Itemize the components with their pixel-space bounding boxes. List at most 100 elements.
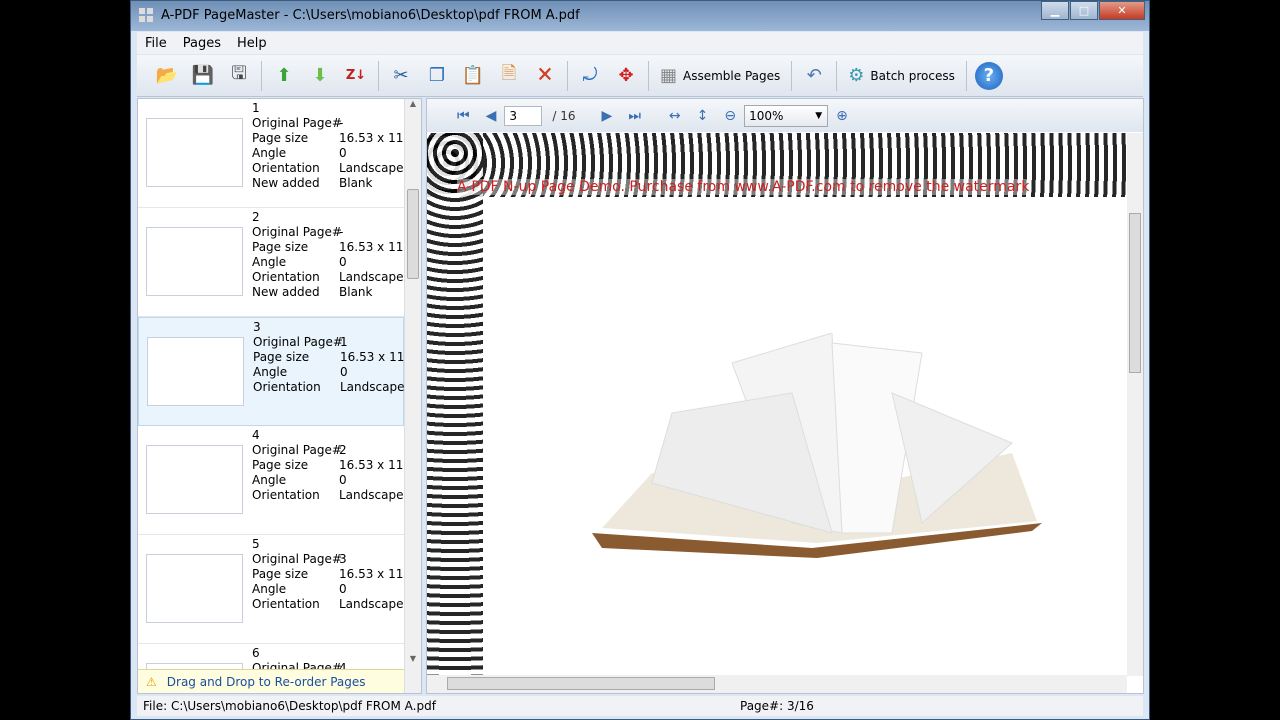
app-icon — [139, 8, 153, 22]
property-value: - — [339, 225, 344, 239]
page-thumbnail — [146, 118, 243, 187]
property-value: Blank — [339, 285, 373, 299]
menu-file[interactable]: File — [137, 36, 175, 51]
save-as-icon[interactable]: 🖫 — [224, 61, 254, 91]
zoom-in-icon[interactable]: ⊕ — [836, 108, 848, 124]
separator — [965, 60, 967, 91]
preview-vertical-scrollbar[interactable] — [1127, 133, 1143, 676]
move-up-icon[interactable]: ⬆ — [269, 61, 299, 91]
separator — [648, 60, 649, 91]
menu-bar: File Pages Help — [137, 32, 1143, 54]
property-label: Original Page# — [252, 443, 342, 457]
fit-width-icon[interactable]: ↔ — [669, 108, 681, 124]
window-title: A-PDF PageMaster - C:\Users\mobiano6\Des… — [161, 7, 580, 23]
page-number: 2 — [252, 210, 260, 224]
property-value: 0 — [339, 255, 347, 269]
last-page-icon[interactable]: ⏭ — [628, 108, 641, 124]
move-down-icon[interactable]: ⬇ — [305, 61, 335, 91]
property-value: 2 — [339, 443, 347, 457]
insert-page-icon[interactable]: 🗎 — [494, 61, 524, 91]
fit-height-icon[interactable]: ↕ — [697, 108, 709, 124]
preview-horizontal-scrollbar[interactable] — [427, 675, 1127, 693]
minimize-button[interactable]: ▁ — [1041, 1, 1069, 20]
page-number-input[interactable]: 3 — [504, 105, 543, 126]
property-label: Page size — [252, 458, 309, 472]
assemble-icon: ▦ — [660, 65, 678, 86]
zoom-select[interactable]: 100% ▼ — [744, 104, 829, 127]
page-number: 3 — [253, 320, 261, 334]
save-icon[interactable]: 💾 — [188, 61, 218, 91]
page-list-scrollbar[interactable]: ▲ ▼ — [404, 99, 421, 693]
page-navigation-bar: ⏮ ◀ 3 / 16 ▶ ⏭ ↔ ↕ ⊖ 100% ▼ ⊕ — [427, 99, 1143, 132]
copy-icon[interactable]: ❐ — [422, 61, 452, 91]
paste-icon[interactable]: 📋 — [458, 61, 488, 91]
page-number: 6 — [252, 646, 260, 660]
open-icon[interactable]: 📂 — [152, 61, 182, 91]
property-label: New added — [252, 176, 320, 190]
chevron-down-icon: ▼ — [815, 110, 823, 121]
property-value: Landscape — [340, 380, 405, 394]
page-thumbnail — [146, 445, 243, 514]
undo-icon[interactable]: ↶ — [799, 61, 829, 91]
page-list-item[interactable]: 2 Original Page# - Page size 16.53 x 11.6 Ang… — [138, 208, 415, 317]
separator — [378, 60, 379, 91]
property-value: 0 — [339, 582, 347, 596]
property-value: 3 — [339, 552, 347, 566]
next-page-icon[interactable]: ▶ — [602, 108, 613, 124]
property-label: Orientation — [252, 488, 320, 502]
cut-icon[interactable]: ✂ — [386, 61, 416, 91]
property-value: Landscape — [339, 488, 404, 502]
property-label: Page size — [252, 240, 309, 254]
open-book-image — [592, 333, 1042, 558]
menu-help[interactable]: Help — [229, 36, 275, 51]
status-file: File: C:\Users\mobiano6\Desktop\pdf FROM… — [143, 699, 436, 713]
property-label: Angle — [252, 473, 287, 487]
property-label: Orientation — [252, 161, 320, 175]
delete-page-icon[interactable]: 🗙 — [530, 61, 560, 91]
page-thumbnail — [147, 337, 244, 406]
property-value: 0 — [340, 365, 348, 379]
close-button[interactable]: ✕ — [1099, 1, 1145, 20]
property-label: Angle — [253, 365, 288, 379]
batch-process-button[interactable]: ⚙ Batch process — [844, 61, 959, 91]
property-label: Original Page# — [253, 335, 343, 349]
property-label: Orientation — [252, 597, 320, 611]
property-label: Angle — [252, 582, 287, 596]
property-label: Orientation — [253, 380, 321, 394]
page-preview: A-PDF N-up Page Demo. Purchase from www.… — [427, 133, 1127, 676]
property-label: Original Page# — [252, 116, 342, 130]
maximize-button[interactable]: □ — [1070, 1, 1098, 20]
first-page-icon[interactable]: ⏮ — [457, 108, 470, 124]
resize-icon[interactable]: ✥ — [611, 61, 641, 91]
batch-icon: ⚙ — [848, 65, 865, 86]
previous-page-icon[interactable]: ◀ — [486, 108, 497, 124]
sort-icon[interactable]: Z↓ — [341, 61, 371, 91]
page-list-item[interactable]: 5 Original Page# 3 Page size 16.53 x 11.6 Ang… — [138, 535, 415, 644]
property-label: Angle — [252, 146, 287, 160]
property-label: New added — [252, 285, 320, 299]
page-list-item[interactable]: 1 Original Page# - Page size 16.53 x 11.6 Ang… — [138, 99, 415, 208]
property-value: Landscape — [339, 597, 404, 611]
property-value: - — [339, 116, 344, 130]
separator — [836, 60, 838, 91]
help-button[interactable]: ? — [974, 61, 1004, 91]
watermark-text: A-PDF N-up Page Demo. Purchase from www.… — [457, 179, 1030, 195]
assemble-pages-button[interactable]: ▦ Assemble Pages — [656, 61, 784, 91]
menu-pages[interactable]: Pages — [175, 36, 229, 51]
property-label: Page size — [253, 350, 310, 364]
app-window: A-PDF PageMaster - C:\Users\mobiano6\Des… — [130, 0, 1150, 720]
reorder-hint: ⚠ Drag and Drop to Re-order Pages — [138, 669, 404, 693]
warning-icon: ⚠ — [146, 674, 157, 689]
property-label: Page size — [252, 131, 309, 145]
zoom-out-icon[interactable]: ⊖ — [724, 108, 736, 124]
rotate-icon[interactable]: ⤾ — [575, 61, 605, 91]
property-value: 0 — [339, 146, 347, 160]
page-list-item[interactable]: 3 Original Page# 1 Page size 16.53 x 11.6 Ang… — [138, 317, 416, 426]
total-pages: / 16 — [552, 108, 576, 123]
property-value: Landscape — [339, 270, 404, 284]
property-label: Angle — [252, 255, 287, 269]
page-list-item[interactable]: 4 Original Page# 2 Page size 16.53 x 11.6 Ang… — [138, 426, 415, 535]
page-number: 4 — [252, 428, 260, 442]
preview-panel: ⏮ ◀ 3 / 16 ▶ ⏭ ↔ ↕ ⊖ 100% ▼ ⊕ A-PDF N-up … — [426, 98, 1144, 694]
page-thumbnail — [146, 554, 243, 623]
